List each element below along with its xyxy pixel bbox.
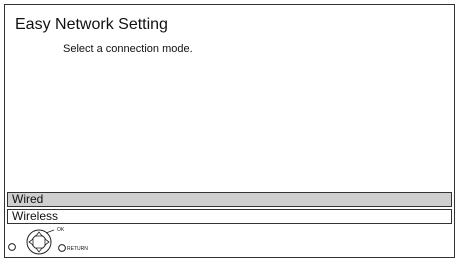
- option-wireless-label: Wireless: [12, 209, 59, 223]
- navigation-hint: OK RETURN: [6, 227, 116, 255]
- instruction-text: Select a connection mode.: [63, 43, 193, 55]
- page-title: Easy Network Setting: [15, 16, 168, 33]
- left-ring-icon: [8, 243, 16, 251]
- dpad-icon[interactable]: [26, 229, 55, 255]
- return-label: RETURN: [67, 246, 88, 252]
- option-wired-label: Wired: [12, 192, 44, 206]
- return-ring-icon[interactable]: [58, 244, 66, 252]
- ok-label: OK: [57, 227, 65, 233]
- option-wired[interactable]: Wired: [7, 192, 452, 207]
- option-wireless[interactable]: Wireless: [7, 209, 452, 224]
